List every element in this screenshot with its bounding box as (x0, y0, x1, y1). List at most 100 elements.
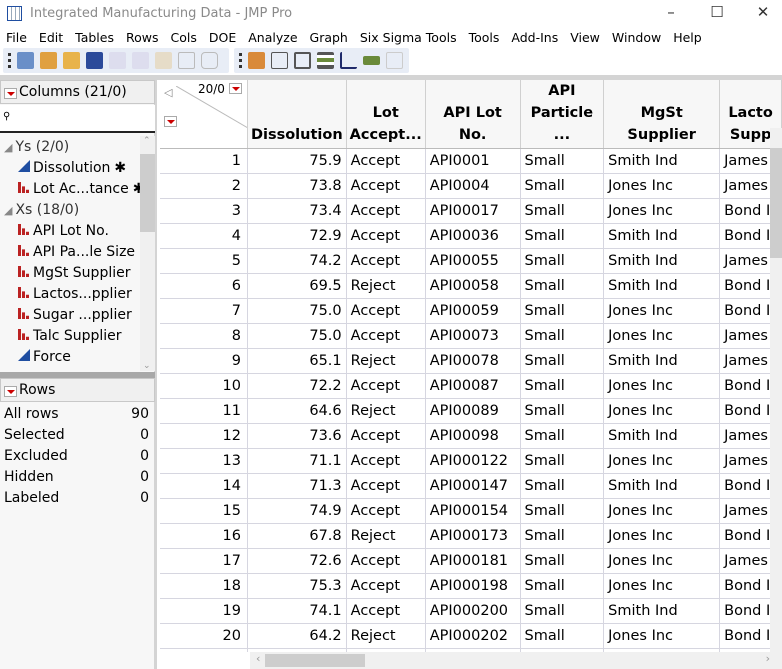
row-number[interactable]: 14 (160, 473, 248, 499)
lock-icon[interactable] (201, 52, 218, 69)
row-number[interactable]: 3 (160, 198, 248, 224)
column-list-item[interactable]: Lot Ac...tance ✱ (18, 181, 144, 197)
table-row[interactable]: 18 75.3 Accept API000198 Small Jones Inc Bond … (160, 573, 782, 599)
table-row[interactable]: 16 67.8 Reject API000173 Small Jones Inc Bond … (160, 523, 782, 549)
table-row[interactable]: 8 75.0 Accept API00073 Small Jones Inc James (160, 323, 782, 349)
menu-tools[interactable]: Tools (463, 28, 506, 48)
row-number[interactable]: 15 (160, 498, 248, 524)
rows-panel-header[interactable]: Rows (0, 378, 155, 402)
maximize-button[interactable]: ☐ (702, 3, 732, 21)
column-header[interactable]: Lot Accept... (346, 80, 426, 149)
new-script-icon[interactable] (40, 52, 57, 69)
tabulate-icon[interactable] (271, 52, 288, 69)
table-row[interactable]: 3 73.4 Accept API00017 Small Jones Inc Bond I (160, 198, 782, 224)
columns-red-triangle-icon[interactable] (228, 83, 242, 94)
row-number[interactable]: 17 (160, 548, 248, 574)
table-row[interactable]: 20 64.2 Reject API000202 Small Jones Inc Bond … (160, 623, 782, 649)
red-triangle-menu-icon[interactable] (4, 386, 17, 397)
open-icon[interactable] (63, 52, 80, 69)
row-number[interactable]: 10 (160, 373, 248, 399)
row-number[interactable]: 16 (160, 523, 248, 549)
minimize-button[interactable]: – (656, 3, 686, 21)
save-icon[interactable] (86, 52, 103, 69)
script-editor-icon[interactable] (386, 52, 403, 69)
distribution-icon[interactable] (317, 52, 334, 69)
row-number[interactable]: 20 (160, 623, 248, 649)
column-group[interactable]: ◢ Xs (18/0) (4, 202, 79, 218)
rows-red-triangle-icon[interactable] (164, 116, 177, 127)
horizontal-scrollbar[interactable]: ‹ › (250, 652, 782, 669)
data-table-icon[interactable] (248, 52, 265, 69)
menu-view[interactable]: View (564, 28, 606, 48)
table-row[interactable]: 9 65.1 Reject API00078 Small Smith Ind James (160, 348, 782, 374)
column-header[interactable]: Dissolution (247, 80, 347, 149)
row-number[interactable]: 19 (160, 598, 248, 624)
disclosure-icon[interactable]: ◢ (4, 204, 12, 217)
collapse-left-icon[interactable]: ◁ (164, 82, 172, 104)
table-row[interactable]: 2 73.8 Accept API0004 Small Jones Inc James (160, 173, 782, 199)
paste-icon[interactable] (155, 52, 172, 69)
disclosure-icon[interactable]: ◢ (4, 141, 12, 154)
row-number[interactable]: 2 (160, 173, 248, 199)
table-row[interactable]: 1 75.9 Accept API0001 Small Smith Ind James (160, 148, 782, 174)
menu-six-sigma-tools[interactable]: Six Sigma Tools (354, 28, 463, 48)
row-number[interactable]: 6 (160, 273, 248, 299)
row-number[interactable]: 7 (160, 298, 248, 324)
row-number[interactable]: 9 (160, 348, 248, 374)
toolbar-grip[interactable] (239, 53, 242, 68)
menu-help[interactable]: Help (667, 28, 708, 48)
menu-graph[interactable]: Graph (304, 28, 354, 48)
column-list-item[interactable]: Dissolution ✱ (18, 160, 126, 176)
table-row[interactable]: 5 74.2 Accept API00055 Small Smith Ind James (160, 248, 782, 274)
cut-icon[interactable] (109, 52, 126, 69)
column-list-item[interactable]: Sugar ...pplier (18, 307, 132, 323)
row-number[interactable]: 8 (160, 323, 248, 349)
table-row[interactable]: 19 74.1 Accept API000200 Small Smith Ind Bond … (160, 598, 782, 624)
column-list-item[interactable]: Lactos...pplier (18, 286, 132, 302)
table-corner[interactable]: ◁ 20/0 (160, 80, 248, 149)
row-number[interactable]: 4 (160, 223, 248, 249)
column-list-item[interactable]: API Pa...le Size (18, 244, 135, 260)
settings-icon[interactable] (178, 52, 195, 69)
column-list-item[interactable]: Force (18, 349, 71, 365)
menu-window[interactable]: Window (606, 28, 667, 48)
column-list-item[interactable]: Talc Supplier (18, 328, 122, 344)
vertical-scrollbar[interactable] (770, 128, 782, 652)
row-number[interactable]: 1 (160, 148, 248, 174)
red-triangle-menu-icon[interactable] (4, 88, 17, 99)
menu-edit[interactable]: Edit (33, 28, 69, 48)
column-list-item[interactable]: API Lot No. (18, 223, 109, 239)
table-row[interactable]: 11 64.6 Reject API00089 Small Jones Inc Bond I (160, 398, 782, 424)
table-row[interactable]: 14 71.3 Accept API000147 Small Smith Ind Bond … (160, 473, 782, 499)
menu-file[interactable]: File (0, 28, 33, 48)
table-row[interactable]: 6 69.5 Reject API00058 Small Smith Ind Bond I (160, 273, 782, 299)
menu-analyze[interactable]: Analyze (242, 28, 303, 48)
row-number[interactable]: 12 (160, 423, 248, 449)
row-number[interactable]: 21 (160, 648, 248, 652)
columns-panel-header[interactable]: Columns (21/0) (0, 80, 155, 104)
table-row[interactable]: 17 72.6 Accept API000181 Small Jones Inc James (160, 548, 782, 574)
table-row[interactable]: 15 74.9 Accept API000154 Small Jones Inc James (160, 498, 782, 524)
column-header[interactable]: API Particle ... (520, 80, 605, 149)
column-header[interactable]: MgSt Supplier (603, 80, 721, 149)
column-group[interactable]: ◢ Ys (2/0) (4, 139, 69, 155)
menu-add-ins[interactable]: Add-Ins (505, 28, 564, 48)
copy-icon[interactable] (132, 52, 149, 69)
row-number[interactable]: 5 (160, 248, 248, 274)
toolbar-grip[interactable] (8, 53, 11, 68)
graph-builder-icon[interactable] (294, 52, 311, 69)
fit-model-icon[interactable] (363, 56, 380, 65)
table-row[interactable]: 13 71.1 Accept API000122 Small Jones Inc James (160, 448, 782, 474)
row-number[interactable]: 18 (160, 573, 248, 599)
table-row[interactable]: 4 72.9 Accept API00036 Small Smith Ind Bond I (160, 223, 782, 249)
row-number[interactable]: 13 (160, 448, 248, 474)
column-header[interactable]: API Lot No. (425, 80, 521, 149)
column-list-item[interactable]: MgSt Supplier (18, 265, 130, 281)
row-number[interactable]: 11 (160, 398, 248, 424)
menu-doe[interactable]: DOE (203, 28, 242, 48)
menu-cols[interactable]: Cols (165, 28, 203, 48)
columns-scrollbar[interactable]: ⌃ ⌄ (140, 136, 155, 371)
table-row[interactable]: 12 73.6 Accept API00098 Small Smith Ind James (160, 423, 782, 449)
fit-y-by-x-icon[interactable] (340, 52, 357, 69)
close-button[interactable]: ✕ (748, 3, 778, 21)
